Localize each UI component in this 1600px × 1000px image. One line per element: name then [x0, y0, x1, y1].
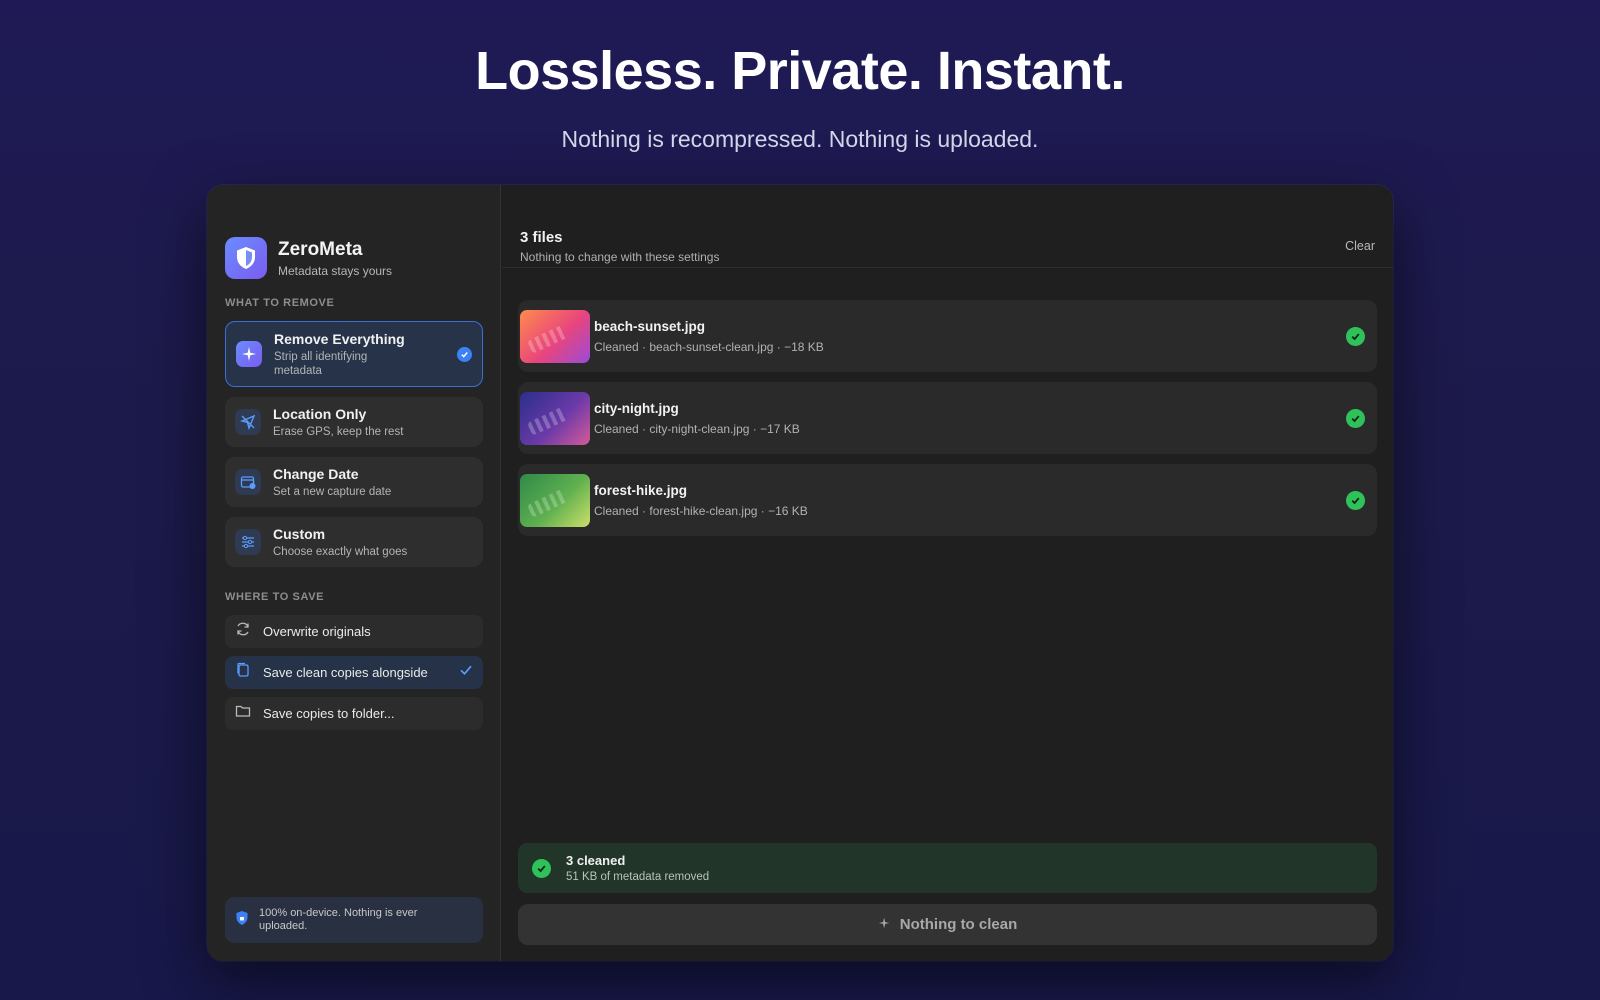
check-circle-icon [1346, 490, 1365, 510]
location-off-icon [235, 409, 261, 435]
option-title: Change Date [273, 465, 359, 482]
option-title: Remove Everything [274, 330, 405, 347]
option-title: Location Only [273, 405, 367, 422]
sparkles-icon [236, 341, 262, 367]
brand: ZeroMeta Metadata stays yours [225, 237, 392, 279]
shield-icon [225, 237, 267, 279]
copy-icon [235, 662, 251, 683]
files-count: 3 files [520, 229, 563, 246]
folder-icon [235, 703, 251, 724]
option-desc: Choose exactly what goes [273, 545, 408, 558]
check-circle-icon [1346, 326, 1365, 346]
file-thumbnail [520, 473, 590, 527]
lock-shield-icon [235, 910, 249, 931]
app-window: ZeroMeta Metadata stays yours WHAT TO RE… [207, 185, 1393, 961]
clean-button[interactable]: Nothing to clean [518, 904, 1377, 945]
sparkles-icon [878, 916, 892, 934]
file-thumbnail [520, 391, 590, 445]
save-section-label: WHERE TO SAVE [225, 591, 325, 603]
option-desc: Strip all identifying metadata [274, 350, 368, 377]
file-meta: Cleaned · forest-hike-clean.jpg · −16 KB [594, 503, 808, 518]
summary-subtitle: 51 KB of metadata removed [566, 871, 710, 883]
option-remove-everything[interactable]: Remove Everything Strip all identifying … [225, 321, 483, 387]
sidebar: ZeroMeta Metadata stays yours WHAT TO RE… [207, 185, 501, 961]
option-change-date[interactable]: Change Date Set a new capture date [225, 457, 483, 507]
option-location-only[interactable]: Location Only Erase GPS, keep the rest [225, 397, 483, 447]
option-desc: Erase GPS, keep the rest [273, 425, 404, 438]
summary-title: 3 cleaned [566, 853, 626, 868]
file-row[interactable]: beach-sunset.jpg Cleaned · beach-sunset-c… [518, 300, 1377, 372]
file-name: city-night.jpg [594, 400, 679, 416]
checkmark-icon [459, 663, 473, 682]
check-circle-icon [1346, 408, 1365, 428]
option-desc: Set a new capture date [273, 485, 392, 498]
remove-section-label: WHAT TO REMOVE [225, 297, 335, 309]
sliders-icon [235, 529, 261, 555]
app-tagline: Metadata stays yours [278, 263, 393, 278]
clean-button-label: Nothing to clean [899, 916, 1018, 933]
file-meta: Cleaned · city-night-clean.jpg · −17 KB [594, 421, 800, 436]
save-option-overwrite[interactable]: Overwrite originals [225, 615, 483, 648]
save-option-label: Overwrite originals [263, 624, 371, 639]
app-name: ZeroMeta [278, 238, 363, 260]
hero-title: Lossless. Private. Instant. [475, 41, 1125, 101]
save-option-folder[interactable]: Save copies to folder... [225, 697, 483, 730]
hero-subtitle: Nothing is recompressed. Nothing is uplo… [561, 126, 1039, 152]
refresh-icon [235, 621, 251, 642]
calendar-icon [235, 469, 261, 495]
summary-banner: 3 cleaned 51 KB of metadata removed [518, 843, 1377, 893]
files-status: Nothing to change with these settings [520, 250, 720, 264]
success-check-icon [532, 858, 551, 878]
selected-check-icon [457, 346, 472, 362]
option-custom[interactable]: Custom Choose exactly what goes [225, 517, 483, 567]
file-meta: Cleaned · beach-sunset-clean.jpg · −18 K… [594, 339, 824, 354]
option-title: Custom [273, 525, 326, 542]
save-option-label: Save copies to folder... [263, 706, 395, 721]
file-row[interactable]: forest-hike.jpg Cleaned · forest-hike-cle… [518, 464, 1377, 536]
privacy-text: 100% on-device. Nothing is ever uploaded… [259, 907, 418, 932]
file-row[interactable]: city-night.jpg Cleaned · city-night-clean… [518, 382, 1377, 454]
save-option-alongside[interactable]: Save clean copies alongside [225, 656, 483, 689]
files-header: 3 files Nothing to change with these set… [502, 211, 1393, 268]
file-name: forest-hike.jpg [594, 482, 688, 498]
save-option-label: Save clean copies alongside [263, 665, 428, 680]
main-panel: 3 files Nothing to change with these set… [502, 185, 1393, 961]
file-name: beach-sunset.jpg [594, 318, 706, 334]
file-thumbnail [520, 309, 590, 363]
privacy-note: 100% on-device. Nothing is ever uploaded… [225, 897, 483, 943]
clear-button[interactable]: Clear [1345, 239, 1375, 253]
